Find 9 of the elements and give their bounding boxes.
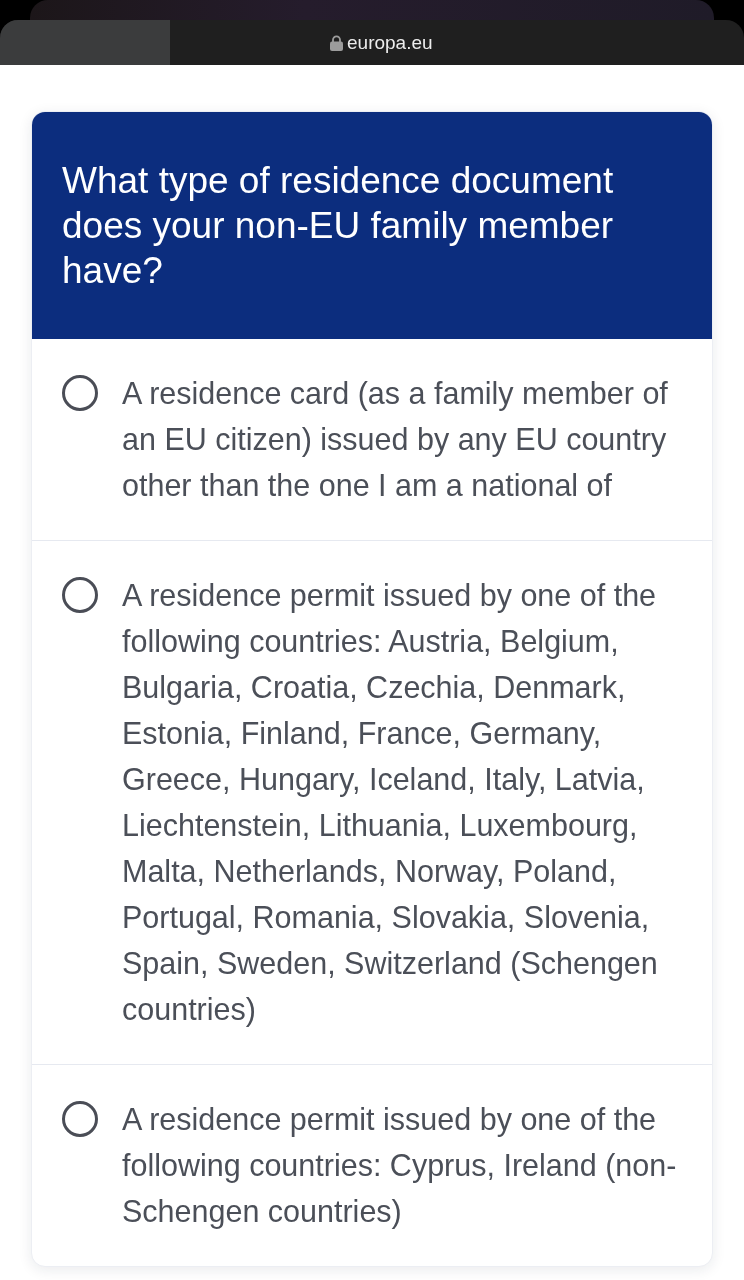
radio-button[interactable] <box>62 577 98 613</box>
question-title: What type of residence document does your non-EU family member have? <box>62 159 615 293</box>
url-text[interactable]: europa.eu <box>347 33 433 52</box>
option-label[interactable]: A residence permit issued by one of the following countries: Cyprus, Ireland (non-Schengen countries) <box>122 1096 690 1234</box>
option-label[interactable]: A residence card (as a family member of an EU citizen) issued by any EU country other than the one I am a national of <box>122 370 690 508</box>
radio-button[interactable] <box>62 1101 98 1137</box>
option-label[interactable]: A residence permit issued by one of the following countries: Austria, Belgium, Bulgaria, Croatia, Czechia, Denmark, Estonia, Finland, France, Germany, Greece, Hungary, Iceland, Italy, Latvia, Liechtenstein, Lithuania, Luxembourg, Malta, Netherlands, Norway, Poland, Portugal, Romania, Slovakia, Slovenia, Spain, Sweden, Switzerland (Schengen countries) <box>122 572 690 1032</box>
lock-icon <box>330 34 343 51</box>
radio-button[interactable] <box>62 375 98 411</box>
